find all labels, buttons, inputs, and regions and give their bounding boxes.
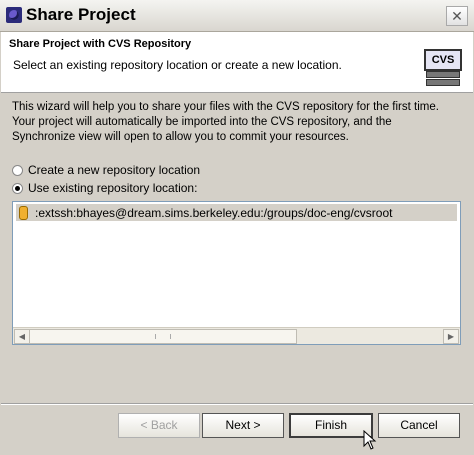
wizard-page-description: Select an existing repository location o… <box>13 58 342 72</box>
use-existing-label: Use existing repository location: <box>28 181 198 195</box>
repository-location: :extssh:bhayes@dream.sims.berkeley.edu:/… <box>35 205 393 220</box>
intro-text: This wizard will help you to share your … <box>12 100 462 145</box>
repository-icon <box>19 205 28 220</box>
radio-create-new[interactable] <box>12 164 23 176</box>
scrollbar-thumb[interactable] <box>29 329 297 344</box>
mouse-pointer-icon <box>363 430 377 450</box>
scroll-left-icon[interactable]: ◀ <box>14 329 30 344</box>
create-new-label: Create a new repository location <box>28 163 201 177</box>
list-item[interactable]: :extssh:bhayes@dream.sims.berkeley.edu:/… <box>16 204 457 221</box>
horizontal-scrollbar[interactable]: ◀ ▶ <box>13 327 460 344</box>
create-new-location-option[interactable]: Create a new repository location <box>12 163 200 177</box>
cancel-button[interactable]: Cancel <box>378 413 460 438</box>
eclipse-icon <box>6 7 22 23</box>
intro-line: Your project will automatically be impor… <box>12 116 392 128</box>
use-existing-location-option[interactable]: Use existing repository location: <box>12 181 197 195</box>
cvs-badge: CVS <box>424 49 462 71</box>
window-title: Share Project <box>26 5 136 24</box>
intro-line: Synchronize view will open to allow you … <box>12 131 349 143</box>
radio-use-existing[interactable] <box>12 182 23 194</box>
back-button[interactable]: < Back <box>118 413 200 438</box>
wizard-page-title: Share Project with CVS Repository <box>9 38 192 50</box>
close-button[interactable]: ✕ <box>446 6 468 26</box>
wizard-header: Share Project with CVS Repository Select… <box>1 32 473 93</box>
scroll-right-icon[interactable]: ▶ <box>443 329 459 344</box>
cvs-repository-icon: CVS <box>424 49 462 87</box>
button-bar-separator <box>1 403 473 405</box>
repository-list[interactable]: :extssh:bhayes@dream.sims.berkeley.edu:/… <box>12 201 461 345</box>
next-button[interactable]: Next > <box>202 413 284 438</box>
finish-button[interactable]: Finish <box>289 413 373 438</box>
intro-line: This wizard will help you to share your … <box>12 101 439 113</box>
title-bar: Share Project ✕ <box>0 0 474 32</box>
